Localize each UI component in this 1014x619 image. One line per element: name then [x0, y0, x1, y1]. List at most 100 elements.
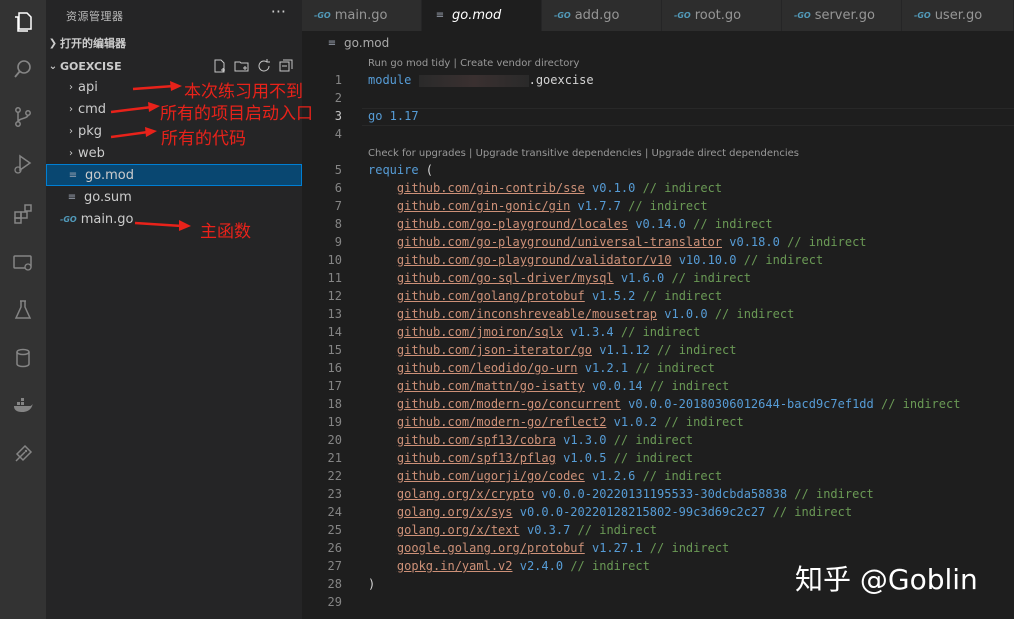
tab-main-go[interactable]: -GO main.go [302, 0, 422, 31]
code-line-28: ) [368, 577, 375, 591]
line-number: 4 [334, 127, 342, 141]
breadcrumb[interactable]: ≡ go.mod [302, 31, 1014, 55]
tab-label: user.go [934, 8, 983, 23]
annotation-arrow-main [134, 220, 191, 231]
module-path-link[interactable]: golang.org/x/crypto [397, 487, 534, 501]
module-path-link[interactable]: golang.org/x/sys [397, 505, 513, 519]
module-path-link[interactable]: github.com/modern-go/concurrent [397, 397, 621, 411]
indirect-comment: // indirect [628, 199, 708, 213]
line-number: 12 [327, 289, 342, 303]
module-path-link[interactable]: golang.org/x/text [397, 523, 520, 537]
module-version: v10.10.0 [678, 253, 737, 267]
require-line: github.com/leodido/go-urn v1.2.1 // indi… [368, 361, 715, 375]
open-editors-section[interactable]: ❯ 打开的编辑器 [46, 32, 302, 54]
annotation-arrow-cmd [110, 102, 160, 114]
more-actions-icon[interactable]: ··· [271, 2, 286, 21]
chevron-right-icon: › [69, 147, 73, 159]
require-line: github.com/golang/protobuf v1.5.2 // ind… [368, 289, 722, 303]
go-version-line: go 1.17 [368, 109, 419, 123]
require-line: github.com/spf13/pflag v1.0.5 // indirec… [368, 451, 693, 465]
module-path-link[interactable]: github.com/go-playground/validator/v10 [397, 253, 672, 267]
module-path-link[interactable]: github.com/leodido/go-urn [397, 361, 578, 375]
refresh-icon[interactable] [256, 58, 272, 74]
line-number: 18 [327, 397, 342, 411]
module-path-link[interactable]: github.com/go-sql-driver/mysql [397, 271, 614, 285]
module-path-link[interactable]: github.com/ugorji/go/codec [397, 469, 585, 483]
tab-server-go[interactable]: -GO server.go [782, 0, 902, 31]
indirect-comment: // indirect [714, 307, 795, 321]
codelens-require[interactable]: Check for upgrades | Upgrade transitive … [368, 148, 799, 159]
module-path-link[interactable]: gopkg.in/yaml.v2 [397, 559, 513, 573]
indirect-comment: // indirect [642, 181, 723, 195]
chevron-right-icon: ❯ [48, 37, 58, 49]
source-control-icon[interactable] [0, 99, 46, 135]
line-number: 19 [327, 415, 342, 429]
indirect-comment: // indirect [743, 253, 824, 267]
keyword-module: module [368, 73, 412, 87]
module-path-link[interactable]: github.com/go-playground/universal-trans… [397, 235, 722, 249]
tree-item-label: main.go [80, 211, 134, 227]
search-icon[interactable] [0, 51, 46, 87]
new-file-icon[interactable] [212, 58, 228, 74]
go-icon: -GO [674, 11, 691, 20]
explorer-actions [212, 58, 294, 74]
docker-icon[interactable] [0, 388, 46, 424]
tab-add-go[interactable]: -GO add.go [542, 0, 662, 31]
module-version: v1.27.1 [591, 541, 643, 555]
code-editor[interactable]: Run go mod tidy | Create vendor director… [302, 55, 1014, 619]
line-number: 10 [327, 253, 342, 267]
tab-label: go.mod [452, 8, 502, 23]
module-path-link[interactable]: github.com/gin-gonic/gin [397, 199, 570, 213]
module-path-link[interactable]: github.com/spf13/cobra [397, 433, 556, 447]
require-line: github.com/jmoiron/sqlx v1.3.4 // indire… [368, 325, 700, 339]
database-icon[interactable] [0, 340, 46, 376]
annotation-arrow-pkg [110, 127, 157, 139]
module-path-link[interactable]: github.com/jmoiron/sqlx [397, 325, 563, 339]
module-path-link[interactable]: github.com/golang/protobuf [397, 289, 585, 303]
line-number: 28 [327, 577, 342, 591]
file-lines-icon: ≡ [68, 169, 78, 181]
tree-file-go-sum[interactable]: ≡ go.sum [46, 186, 302, 208]
indirect-comment: // indirect [570, 559, 650, 573]
module-path-link[interactable]: github.com/json-iterator/go [397, 343, 592, 357]
activity-bar [0, 0, 46, 619]
close-paren: ) [368, 577, 376, 591]
indirect-comment: // indirect [635, 361, 715, 375]
module-path-link[interactable]: github.com/gin-contrib/sse [397, 181, 585, 195]
module-path-link[interactable]: github.com/spf13/pflag [397, 451, 556, 465]
files-icon[interactable] [0, 4, 46, 40]
run-debug-icon[interactable] [0, 146, 46, 182]
tab-user-go[interactable]: -GO user.go [902, 0, 1014, 31]
open-editors-label: 打开的编辑器 [60, 37, 126, 50]
tab-go-mod[interactable]: ≡ go.mod [422, 0, 542, 31]
module-version: v0.0.0-20180306012644-bacd9c7ef1dd [628, 397, 874, 411]
module-path-link[interactable]: google.golang.org/protobuf [397, 541, 585, 555]
remote-explorer-icon[interactable] [0, 245, 46, 281]
extensions-icon[interactable] [0, 196, 46, 232]
tab-root-go[interactable]: -GO root.go [662, 0, 782, 31]
indirect-comment: // indirect [642, 469, 723, 483]
line-number: 25 [327, 523, 342, 537]
collapse-all-icon[interactable] [278, 58, 294, 74]
tab-label: add.go [574, 8, 620, 23]
module-path-link[interactable]: github.com/go-playground/locales [397, 217, 628, 231]
line-number: 3 [334, 109, 342, 123]
module-path-link[interactable]: github.com/mattn/go-isatty [397, 379, 585, 393]
require-line: github.com/json-iterator/go v1.1.12 // i… [368, 343, 737, 357]
tree-file-go-mod[interactable]: ≡ go.mod [46, 164, 302, 186]
codelens-top[interactable]: Run go mod tidy | Create vendor director… [368, 58, 579, 69]
module-path-link[interactable]: github.com/modern-go/reflect2 [397, 415, 607, 429]
testing-icon[interactable] [0, 292, 46, 328]
module-path-link[interactable]: github.com/inconshreveable/mousetrap [397, 307, 657, 321]
module-version: v0.0.0-20220128215802-99c3d69c2c27 [519, 505, 766, 519]
line-number: 1 [334, 73, 342, 87]
file-lines-icon: ≡ [435, 10, 445, 21]
new-folder-icon[interactable] [234, 58, 250, 74]
tree-item-label: web [78, 145, 105, 161]
folder-section[interactable]: ⌄ GOEXCISE [46, 55, 302, 77]
rest-client-icon[interactable] [0, 436, 46, 472]
tree-item-label: go.sum [84, 189, 132, 205]
require-line: github.com/gin-contrib/sse v0.1.0 // ind… [368, 181, 722, 195]
tab-label: main.go [334, 8, 388, 23]
indirect-comment: // indirect [671, 271, 751, 285]
